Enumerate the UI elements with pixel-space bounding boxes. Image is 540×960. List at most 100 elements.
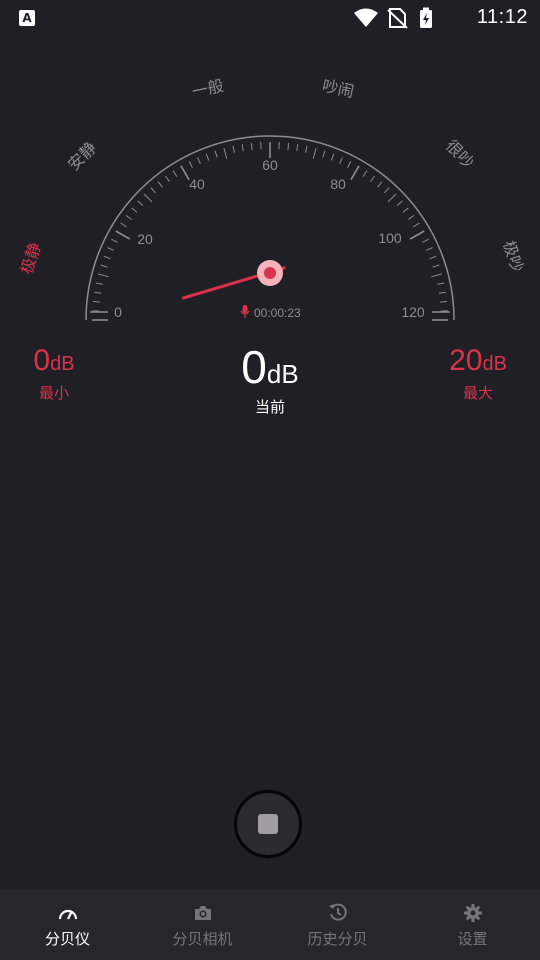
gauge-tick (137, 200, 144, 206)
nav-item-settings[interactable]: 设置 (405, 890, 540, 960)
nav-label: 设置 (457, 930, 488, 948)
nav-label: 分贝仪 (44, 930, 90, 948)
gauge-tick (312, 147, 317, 159)
gauge-tick (432, 264, 440, 268)
current-value: 0 (241, 341, 267, 393)
gauge-tick (362, 170, 368, 177)
gauge-tick (97, 273, 109, 278)
gauge-tick (157, 181, 163, 188)
gauge-tick (440, 300, 448, 303)
gauge-tick (103, 255, 111, 260)
gauge-tick (143, 193, 153, 203)
status-bar: A 11:12 (0, 0, 540, 36)
gauge-tick (339, 157, 343, 165)
current-unit: dB (266, 359, 299, 389)
gauge-tick (438, 291, 446, 294)
mic-icon (240, 305, 250, 318)
decibel-gauge: 极静 安静 一般 吵闹 很吵 极吵 0 20 40 60 80 100 120 … (0, 60, 540, 340)
gauge-tick (107, 247, 115, 251)
gauge-tick (188, 161, 193, 168)
tick-label-40: 40 (189, 176, 205, 192)
history-icon (270, 902, 405, 924)
gauge-tick (164, 175, 170, 182)
max-unit: dB (482, 353, 507, 375)
gauge-tick (350, 165, 360, 181)
max-label: 最大 (462, 384, 493, 402)
gauge-tick (115, 230, 131, 240)
gauge-tick (408, 214, 415, 220)
min-label: 最小 (38, 384, 69, 402)
stop-icon (258, 814, 278, 834)
gauge-tick (425, 247, 433, 251)
nav-item-decibel-meter[interactable]: 分贝仪 (0, 890, 135, 960)
gauge-tick (296, 144, 299, 152)
gauge-tick (94, 291, 102, 294)
gauge-tick (197, 157, 201, 165)
gauge-tick (150, 187, 156, 194)
min-readout: 0dB 最小 (20, 344, 88, 403)
current-readout: 0dB 当前 (205, 340, 335, 417)
nav-label: 分贝相机 (172, 930, 233, 948)
no-sim-icon (387, 8, 408, 29)
tick-label-120: 120 (401, 304, 425, 320)
min-unit: dB (50, 353, 75, 375)
gauge-tick (287, 142, 290, 150)
min-value: 0 (33, 344, 51, 377)
gauge-tick (172, 170, 178, 177)
stop-recording-button[interactable] (234, 790, 302, 858)
nav-item-history[interactable]: 历史分贝 (270, 890, 405, 960)
gauge-tick (413, 222, 420, 228)
wifi-icon (354, 8, 378, 27)
zone-label-very-loud: 极吵 (499, 238, 527, 274)
gauge-tick (330, 153, 335, 161)
gauge-tick (431, 273, 443, 278)
gauge-tick (305, 145, 308, 153)
gauge-tick (402, 207, 409, 213)
zone-label-loud: 很吵 (442, 136, 478, 172)
gauge-icon (0, 902, 135, 924)
gauge-tick (429, 255, 437, 260)
gauge-tick (214, 150, 218, 158)
tick-label-0: 0 (114, 304, 122, 320)
elapsed-timer: 00:00:23 (254, 306, 301, 320)
max-readout: 20dB 最大 (440, 344, 516, 403)
camera-icon (135, 902, 270, 924)
gauge-tick (387, 193, 397, 203)
nav-label: 历史分贝 (307, 930, 368, 948)
gauge-tick (223, 147, 228, 159)
bottom-navigation: 分贝仪 分贝相机 历史分贝 设置 (0, 890, 540, 960)
gauge-tick (422, 238, 429, 243)
needle-hub-inner (264, 267, 276, 279)
zone-label-noisy: 吵闹 (321, 76, 356, 101)
tick-label-60: 60 (262, 157, 278, 173)
settings-icon (405, 902, 540, 924)
gauge-tick (250, 142, 253, 150)
gauge-tick (241, 144, 244, 152)
gauge-tick (370, 175, 376, 182)
gauge-tick (409, 230, 425, 240)
gauge-tick (322, 150, 326, 158)
gauge-tick (111, 238, 118, 243)
gauge-tick (180, 165, 190, 181)
max-value: 20 (449, 344, 483, 377)
gauge-tick (95, 282, 103, 285)
current-label: 当前 (254, 398, 285, 416)
zone-label-very-quiet: 极静 (17, 240, 45, 276)
zone-label-normal: 一般 (190, 76, 225, 101)
nav-item-decibel-camera[interactable]: 分贝相机 (135, 890, 270, 960)
gauge-tick (131, 207, 138, 213)
gauge-tick (232, 145, 235, 153)
gauge-tick (384, 187, 390, 194)
a-notification-icon: A (19, 10, 35, 26)
gauge-tick (347, 161, 352, 168)
tick-label-80: 80 (330, 176, 346, 192)
gauge-dial: 极静 安静 一般 吵闹 很吵 极吵 0 20 40 60 80 100 120 … (17, 76, 527, 321)
battery-charging-icon (420, 7, 432, 28)
gauge-tick (92, 300, 100, 303)
gauge-tick (125, 214, 132, 220)
gauge-tick (205, 153, 210, 161)
tick-label-20: 20 (137, 231, 153, 247)
tick-label-100: 100 (378, 230, 402, 246)
clock: 11:12 (476, 6, 528, 28)
gauge-tick (396, 200, 403, 206)
